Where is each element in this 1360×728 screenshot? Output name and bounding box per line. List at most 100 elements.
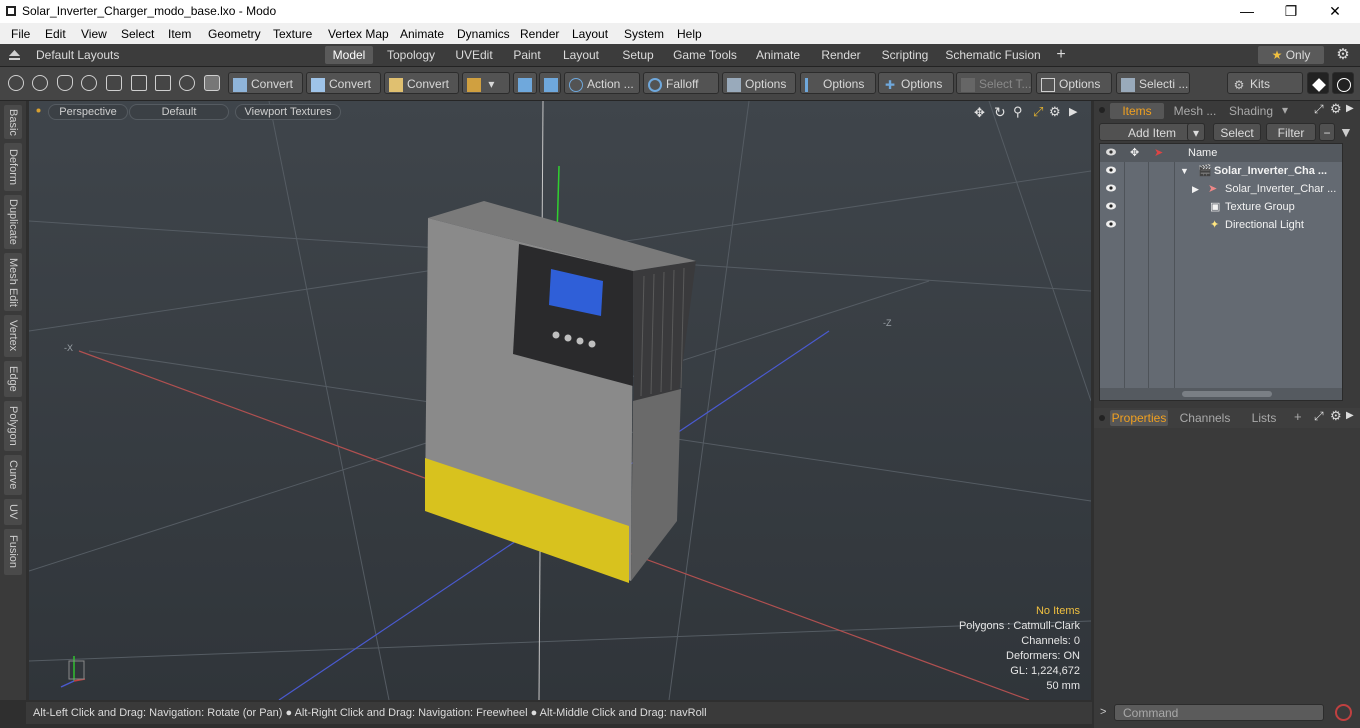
item-row-texture-group[interactable]: ▣ Texture Group — [1100, 198, 1342, 216]
options-button-3[interactable]: ✚ Options — [878, 72, 954, 94]
snap-button[interactable] — [513, 72, 537, 94]
visibility-eye-icon[interactable] — [1106, 184, 1116, 192]
tab-uv[interactable]: UV — [4, 499, 22, 525]
viewport-settings-icon[interactable]: ⚙ — [1049, 104, 1061, 120]
add-item-dropdown-icon[interactable]: ▾ — [1187, 123, 1205, 141]
item-row-mesh[interactable]: ▶ ➤ Solar_Inverter_Char ... — [1100, 180, 1342, 198]
menu-view[interactable]: View — [81, 27, 107, 41]
tab-mesh[interactable]: Mesh ... — [1168, 103, 1222, 119]
panel-menu-dot-icon[interactable] — [1099, 415, 1105, 421]
tab-schematic-fusion[interactable]: Schematic Fusion — [943, 46, 1043, 64]
maximize-button[interactable]: ❐ — [1268, 0, 1314, 23]
viewport-menu-dot-icon[interactable] — [36, 108, 41, 113]
tab-fusion[interactable]: Fusion — [4, 529, 22, 575]
tab-game-tools[interactable]: Game Tools — [669, 46, 741, 64]
visibility-eye-icon[interactable] — [1106, 166, 1116, 174]
unreal-button[interactable] — [1332, 72, 1354, 94]
menu-vertex-map[interactable]: Vertex Map — [328, 27, 389, 41]
convert-button-2[interactable]: Convert — [306, 72, 381, 94]
gear-icon[interactable]: ⚙ — [1332, 46, 1354, 64]
close-button[interactable]: ✕ — [1312, 0, 1358, 23]
textures-selector[interactable]: Viewport Textures — [235, 104, 341, 120]
menu-animate[interactable]: Animate — [400, 27, 444, 41]
command-input[interactable]: Command — [1114, 704, 1324, 721]
tab-mesh-edit[interactable]: Mesh Edit — [4, 253, 22, 311]
pen-icon[interactable] — [57, 75, 73, 91]
globe-icon[interactable] — [32, 75, 48, 91]
menu-item[interactable]: Item — [168, 27, 191, 41]
menu-file[interactable]: File — [11, 27, 30, 41]
tab-basic[interactable]: Basic — [4, 105, 22, 139]
items-icon[interactable] — [155, 75, 171, 91]
zoom-icon[interactable]: ⚲ — [1013, 104, 1023, 120]
tab-uvedit[interactable]: UVEdit — [449, 46, 499, 64]
menu-layout[interactable]: Layout — [572, 27, 608, 41]
collapse-icon[interactable]: − — [1319, 123, 1335, 141]
menu-help[interactable]: Help — [677, 27, 702, 41]
brush-icon[interactable] — [81, 75, 97, 91]
collapse-arrow-icon[interactable] — [9, 50, 20, 60]
pan-icon[interactable]: ✥ — [974, 105, 985, 121]
select-button[interactable]: Select — [1213, 123, 1261, 141]
view-mode-selector[interactable]: Perspective — [48, 104, 128, 120]
tab-setup[interactable]: Setup — [615, 46, 661, 64]
tab-scripting[interactable]: Scripting — [875, 46, 935, 64]
menu-select[interactable]: Select — [121, 27, 154, 41]
options-button-1[interactable]: Options — [722, 72, 796, 94]
item-list[interactable]: ✥ ➤ Name ▼ 🎬 Solar_Inverter_Cha ... ▶ ➤ … — [1099, 143, 1343, 401]
menu-render[interactable]: Render — [520, 27, 559, 41]
tab-render[interactable]: Render — [815, 46, 867, 64]
tab-vertex[interactable]: Vertex — [4, 315, 22, 357]
tab-items[interactable]: Items — [1110, 103, 1164, 119]
tabs-dropdown-icon[interactable]: ▾ — [1282, 103, 1288, 117]
edges-icon[interactable] — [106, 75, 122, 91]
shading-selector[interactable]: Default — [129, 104, 229, 120]
maximize-panel-icon[interactable]: ⤢ — [1314, 409, 1324, 424]
visibility-eye-icon[interactable] — [1106, 202, 1116, 210]
tab-paint[interactable]: Paint — [507, 46, 547, 64]
kits-button[interactable]: ⚙ Kits — [1227, 72, 1303, 94]
tab-polygon[interactable]: Polygon — [4, 401, 22, 451]
tab-duplicate[interactable]: Duplicate — [4, 195, 22, 249]
tab-channels[interactable]: Channels — [1174, 410, 1236, 426]
3d-viewport[interactable]: -X -Z Perspective Default Viewport Textu… — [29, 101, 1091, 700]
tab-edge[interactable]: Edge — [4, 361, 22, 397]
fit-icon[interactable]: ⤢ — [1033, 104, 1043, 120]
menu-geometry[interactable]: Geometry — [208, 27, 261, 41]
options-button-2[interactable]: Options — [800, 72, 876, 94]
expand-arrow-icon[interactable]: ▼ — [1180, 162, 1189, 180]
menu-dynamics[interactable]: Dynamics — [457, 27, 510, 41]
material-icon[interactable] — [204, 75, 220, 91]
pivot-icon[interactable] — [179, 75, 195, 91]
maximize-panel-icon[interactable]: ⤢ — [1314, 102, 1324, 117]
panel-settings-icon[interactable]: ⚙ — [1330, 101, 1342, 117]
panel-settings-icon[interactable]: ⚙ — [1330, 408, 1342, 424]
item-row-scene[interactable]: ▼ 🎬 Solar_Inverter_Cha ... — [1100, 162, 1342, 180]
falloff-button[interactable]: Falloff — [643, 72, 719, 94]
filter-button[interactable]: Filter — [1266, 123, 1316, 141]
tab-properties[interactable]: Properties — [1110, 410, 1168, 426]
selection-sets-button[interactable]: Selecti ... — [1116, 72, 1190, 94]
item-row-directional-light[interactable]: ✦ Directional Light — [1100, 216, 1342, 234]
tab-model[interactable]: Model — [325, 46, 373, 64]
select-vertices-icon[interactable] — [8, 75, 24, 91]
tab-animate[interactable]: Animate — [749, 46, 807, 64]
convert-button-3[interactable]: Convert — [384, 72, 459, 94]
filter-funnel-icon[interactable]: ▼ — [1339, 124, 1353, 140]
menu-system[interactable]: System — [624, 27, 664, 41]
action-center-button[interactable]: Action ... — [564, 72, 640, 94]
workplane-button[interactable] — [539, 72, 561, 94]
polygons-icon[interactable] — [131, 75, 147, 91]
add-tab-icon[interactable]: + — [1294, 409, 1302, 424]
symmetry-dropdown[interactable]: ▾ — [462, 72, 510, 94]
record-macro-icon[interactable] — [1335, 704, 1352, 721]
solar-inverter-model[interactable] — [425, 201, 696, 583]
item-list-scrollbar[interactable] — [1100, 388, 1342, 400]
menu-edit[interactable]: Edit — [45, 27, 66, 41]
visibility-eye-icon[interactable] — [1106, 220, 1116, 228]
tab-curve[interactable]: Curve — [4, 455, 22, 495]
only-toggle[interactable]: ★ Only — [1258, 46, 1324, 64]
layout-selector[interactable]: Default Layouts ▾ — [36, 46, 128, 80]
select-through-button[interactable]: Select T... — [956, 72, 1032, 94]
options-button-4[interactable]: Options — [1036, 72, 1112, 94]
